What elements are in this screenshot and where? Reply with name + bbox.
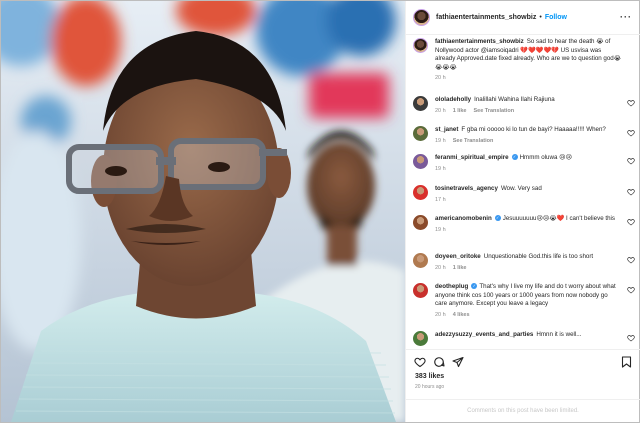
comment-username[interactable]: deotheplug	[435, 283, 468, 290]
comment-time: 19 h	[435, 137, 446, 144]
comment-item: americanomobenin ✓ Jesuuuuuuu😢😢😭❤️ I can't…	[413, 215, 635, 233]
comment-time: 17 h	[435, 196, 446, 203]
post-photo-illustration	[1, 1, 405, 422]
comment-item: feranmi_spiritual_empire ✓ Hmmm oluwa 😢😢 1…	[413, 154, 635, 172]
comment-username[interactable]: ololadeholly	[435, 96, 471, 103]
author-avatar[interactable]	[413, 38, 428, 53]
comment-item: adezzysuzzy_events_and_parties Hmnn it is…	[413, 331, 635, 346]
comment-username[interactable]: st_janet	[435, 126, 458, 133]
comment-text: Inalillahi Wahina Ilahi Rajiuna	[474, 96, 555, 103]
heart-icon[interactable]	[627, 218, 635, 226]
post-photo[interactable]	[1, 1, 405, 422]
heart-icon[interactable]	[627, 334, 635, 342]
commenter-avatar[interactable]	[413, 126, 428, 141]
comment-username[interactable]: adezzysuzzy_events_and_parties	[435, 331, 533, 338]
comment-text: Unquestionable God.this life is too shor…	[483, 253, 594, 260]
post-side-panel: fathiaentertainments_showbiz • Follow ··…	[405, 1, 640, 422]
comment-text: Hmnn it is well...	[536, 331, 582, 338]
comment-time: 20 h	[435, 264, 446, 271]
heart-icon[interactable]	[627, 157, 635, 165]
comment-item: tosinetravels_agency Wow. Very sad 17 h	[413, 185, 635, 203]
follow-button[interactable]: Follow	[545, 14, 567, 21]
author-username[interactable]: fathiaentertainments_showbiz	[436, 14, 536, 21]
post-header: fathiaentertainments_showbiz • Follow ··…	[406, 1, 640, 35]
commenter-avatar[interactable]	[413, 185, 428, 200]
comment-username[interactable]: tosinetravels_agency	[435, 185, 498, 192]
post-action-bar	[406, 349, 640, 373]
commenter-avatar[interactable]	[413, 331, 428, 346]
heart-icon[interactable]	[627, 256, 635, 264]
comment-username[interactable]: americanomobenin	[435, 215, 492, 222]
paper-plane-icon[interactable]	[452, 356, 464, 368]
comment-text: Hmmm oluwa 😢😢	[519, 154, 573, 161]
caption: fathiaentertainments_showbiz So sad to he…	[413, 38, 635, 81]
commenter-avatar[interactable]	[413, 283, 428, 298]
caption-time: 20 h	[435, 75, 446, 82]
commenter-avatar[interactable]	[413, 253, 428, 268]
bookmark-icon[interactable]	[621, 356, 632, 368]
comments-list[interactable]: fathiaentertainments_showbiz So sad to he…	[406, 36, 640, 346]
comment-username[interactable]: feranmi_spiritual_empire	[435, 154, 509, 161]
commenter-avatar[interactable]	[413, 96, 428, 111]
comment-item: doyeen_oritoke Unquestionable God.this li…	[413, 253, 635, 271]
commenter-avatar[interactable]	[413, 154, 428, 169]
see-translation-link[interactable]: See Translation	[473, 108, 514, 114]
more-horizontal-icon[interactable]: ···	[620, 13, 632, 22]
comment-username[interactable]: doyeen_oritoke	[435, 253, 481, 260]
comment-time: 20 h	[435, 107, 446, 114]
verified-badge-icon: ✓	[511, 154, 518, 161]
comment-text: Jesuuuuuuu😢😢😭❤️ I can't believe this	[502, 215, 615, 222]
header-separator-dot: •	[539, 14, 542, 21]
heart-icon[interactable]	[627, 99, 635, 107]
comment-likes[interactable]: 1 like	[453, 108, 467, 114]
comment-text: F gba mi ooooo ki lo tun de bayi? Haaaaa…	[461, 126, 606, 133]
comment-item: ololadeholly Inalillahi Wahina Ilahi Raji…	[413, 96, 635, 114]
verified-badge-icon: ✓	[471, 283, 478, 290]
likes-count[interactable]: 383 likes	[415, 373, 444, 380]
comment-likes[interactable]: 4 likes	[453, 312, 470, 318]
heart-icon[interactable]	[627, 129, 635, 137]
comment-time: 19 h	[435, 226, 446, 233]
heart-icon[interactable]	[627, 286, 635, 294]
caption-username[interactable]: fathiaentertainments_showbiz	[435, 38, 524, 45]
comment-time: 20 h	[435, 311, 446, 318]
post-time-ago: 20 hours ago	[415, 384, 445, 390]
author-avatar[interactable]	[413, 9, 430, 26]
comment-item: st_janet F gba mi ooooo ki lo tun de bayi…	[413, 126, 635, 144]
comment-icon[interactable]	[433, 356, 445, 368]
verified-badge-icon: ✓	[494, 215, 501, 222]
commenter-avatar[interactable]	[413, 215, 428, 230]
heart-icon[interactable]	[627, 188, 635, 196]
comment-item: deotheplug ✓ That's why I live my life and…	[413, 283, 635, 318]
heart-icon[interactable]	[414, 356, 426, 368]
comment-likes[interactable]: 1 like	[453, 265, 467, 271]
comments-limited-notice: Comments on this post have been limited.	[406, 399, 640, 422]
comment-time: 19 h	[435, 165, 446, 172]
comment-text: Wow. Very sad	[500, 185, 542, 192]
see-translation-link[interactable]: See Translation	[453, 138, 494, 144]
